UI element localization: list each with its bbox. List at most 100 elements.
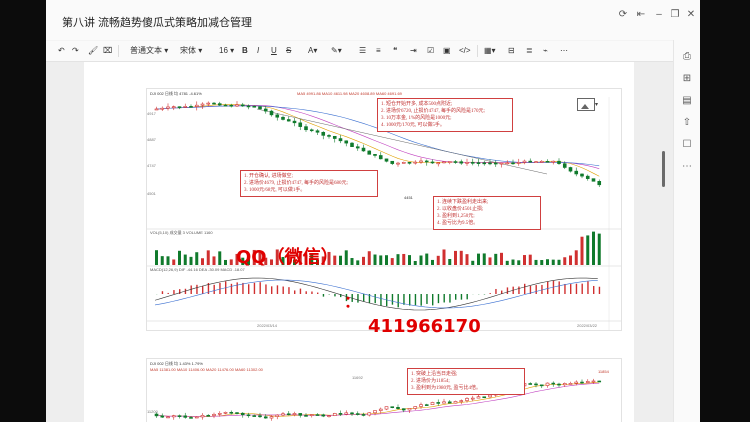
document-page[interactable]: DJI 002 日线 均 4781 -4.61% MA5 4991.86 MA1… (84, 62, 634, 422)
volume-bar (362, 256, 365, 265)
chart-image-1[interactable]: DJI 002 日线 均 4781 -4.61% MA5 4991.86 MA1… (146, 88, 622, 331)
candle-body (407, 408, 412, 411)
volume-bar (540, 260, 544, 265)
checkbox-icon[interactable]: ☑ (427, 44, 434, 58)
more-icon[interactable]: ⋯ (560, 44, 568, 58)
align-icon[interactable]: ≣ (526, 44, 533, 58)
macd-bar (575, 283, 578, 294)
image-icon[interactable]: ▣ (443, 44, 451, 58)
paragraph-style-select[interactable]: 普通文本 ▾ (130, 44, 168, 58)
strikethrough-button[interactable]: S (286, 44, 291, 58)
candle-body (597, 380, 602, 383)
candle-body (580, 381, 584, 384)
candle-body (419, 404, 423, 407)
candle-body (442, 401, 446, 404)
export-icon[interactable]: ⎙ (680, 50, 694, 64)
candle-body (183, 106, 188, 108)
volume-bar (500, 252, 503, 265)
font-color-button[interactable]: A▾ (308, 44, 317, 58)
candle-body (557, 160, 561, 164)
underline-button[interactable]: U (271, 44, 277, 58)
collapse-icon[interactable]: ⇤ (634, 8, 648, 22)
candle-body (263, 416, 268, 419)
macd-bar (506, 287, 509, 294)
macd-bar (455, 294, 457, 300)
volume-bar (413, 260, 417, 265)
redo-icon[interactable]: ↷ (72, 44, 79, 58)
document-canvas[interactable]: DJI 002 日线 均 4781 -4.61% MA5 4991.86 MA1… (46, 62, 673, 422)
quote-icon[interactable]: ❝ (393, 44, 397, 58)
clear-format-icon[interactable]: ⌧ (103, 44, 112, 58)
toolbar-divider (118, 45, 119, 57)
candle-body (275, 114, 280, 118)
volume-bar (178, 250, 181, 265)
candle-body (275, 414, 280, 417)
candle-body (281, 116, 285, 120)
candle-body (378, 408, 383, 411)
candle-body (528, 160, 533, 163)
macd-bar (322, 294, 325, 297)
macd-bar (432, 294, 434, 306)
more-icon[interactable]: ⋯ (680, 160, 694, 174)
candle-body (344, 412, 349, 415)
macd-bar (248, 284, 250, 294)
scrollbar-thumb[interactable] (662, 151, 665, 187)
unordered-list-icon[interactable]: ☰ (359, 44, 366, 58)
undo-icon[interactable]: ↶ (58, 44, 65, 58)
candle-body (453, 161, 458, 163)
format-painter-icon[interactable]: 🖌 (88, 44, 98, 58)
image-options-icon[interactable] (577, 98, 595, 111)
restore-icon[interactable]: ❐ (668, 8, 682, 22)
share-icon[interactable]: ⇧ (680, 116, 694, 130)
candle-body (373, 410, 377, 414)
candle-body (539, 384, 544, 387)
volume-bar (448, 258, 452, 265)
macd-bar (587, 281, 589, 294)
highlight-icon[interactable]: ✎▾ (331, 44, 342, 58)
code-icon[interactable]: </> (459, 44, 471, 58)
divider-icon[interactable]: ⊟ (508, 44, 515, 58)
candle-body (384, 158, 389, 162)
font-size-select[interactable]: 16 ▾ (219, 44, 234, 58)
annotation-line: 2. 进场价为11854; (411, 379, 450, 384)
macd-bar (420, 294, 422, 306)
italic-button[interactable]: I (257, 44, 259, 58)
candle-body (384, 406, 389, 410)
volume-bar (195, 252, 199, 265)
candle-body (183, 415, 188, 418)
annotation-line: 1. 短仓开始开多, 成本500点附近; (381, 102, 453, 107)
chart2-svg (154, 378, 602, 421)
insert-icon[interactable]: ⊞ (680, 72, 694, 86)
refresh-icon[interactable]: ⟳ (616, 8, 630, 22)
table-icon[interactable]: ▦▾ (484, 44, 496, 58)
candle-body (332, 413, 337, 416)
bold-button[interactable]: B (242, 44, 248, 58)
volume-bar (459, 250, 463, 265)
volume-bar (206, 250, 210, 265)
font-family-select[interactable]: 宋体 ▾ (180, 44, 202, 58)
indent-icon[interactable]: ⇥ (410, 44, 417, 58)
volume-bar (471, 260, 475, 265)
link-icon[interactable]: ⌁ (543, 44, 548, 58)
chevron-down-icon[interactable]: ▾ (595, 101, 598, 108)
annotation-line: 2. 进场价6720, 止损价4747, 每手的风险是170元; (381, 109, 485, 114)
ordered-list-icon[interactable]: ≡ (376, 44, 381, 58)
candle-body (534, 161, 538, 163)
macd-bar (294, 290, 296, 294)
candle-body (327, 135, 331, 137)
candle-body (574, 170, 579, 175)
candle-body (166, 416, 170, 419)
candle-body (488, 162, 492, 165)
volume-bar (390, 258, 394, 265)
close-icon[interactable]: ✕ (684, 8, 698, 22)
macd-bar (317, 292, 319, 294)
minimize-icon[interactable]: – (652, 8, 666, 22)
annotation-box-breakout: 1. 突破上沿当日走强; 2. 进场价为11854; 3. 盈利到为1980元,… (407, 368, 525, 395)
candle-body (505, 162, 510, 165)
bookmark-icon[interactable]: ☐ (680, 138, 694, 152)
volume-bar (344, 250, 348, 265)
outline-icon[interactable]: ▤ (680, 94, 694, 108)
candle-body (309, 129, 314, 132)
chart-image-2[interactable]: DJI 002 日线 均 1.43% 1.79% MA5 11381.00 MA… (146, 358, 622, 422)
candle-body (493, 162, 498, 165)
